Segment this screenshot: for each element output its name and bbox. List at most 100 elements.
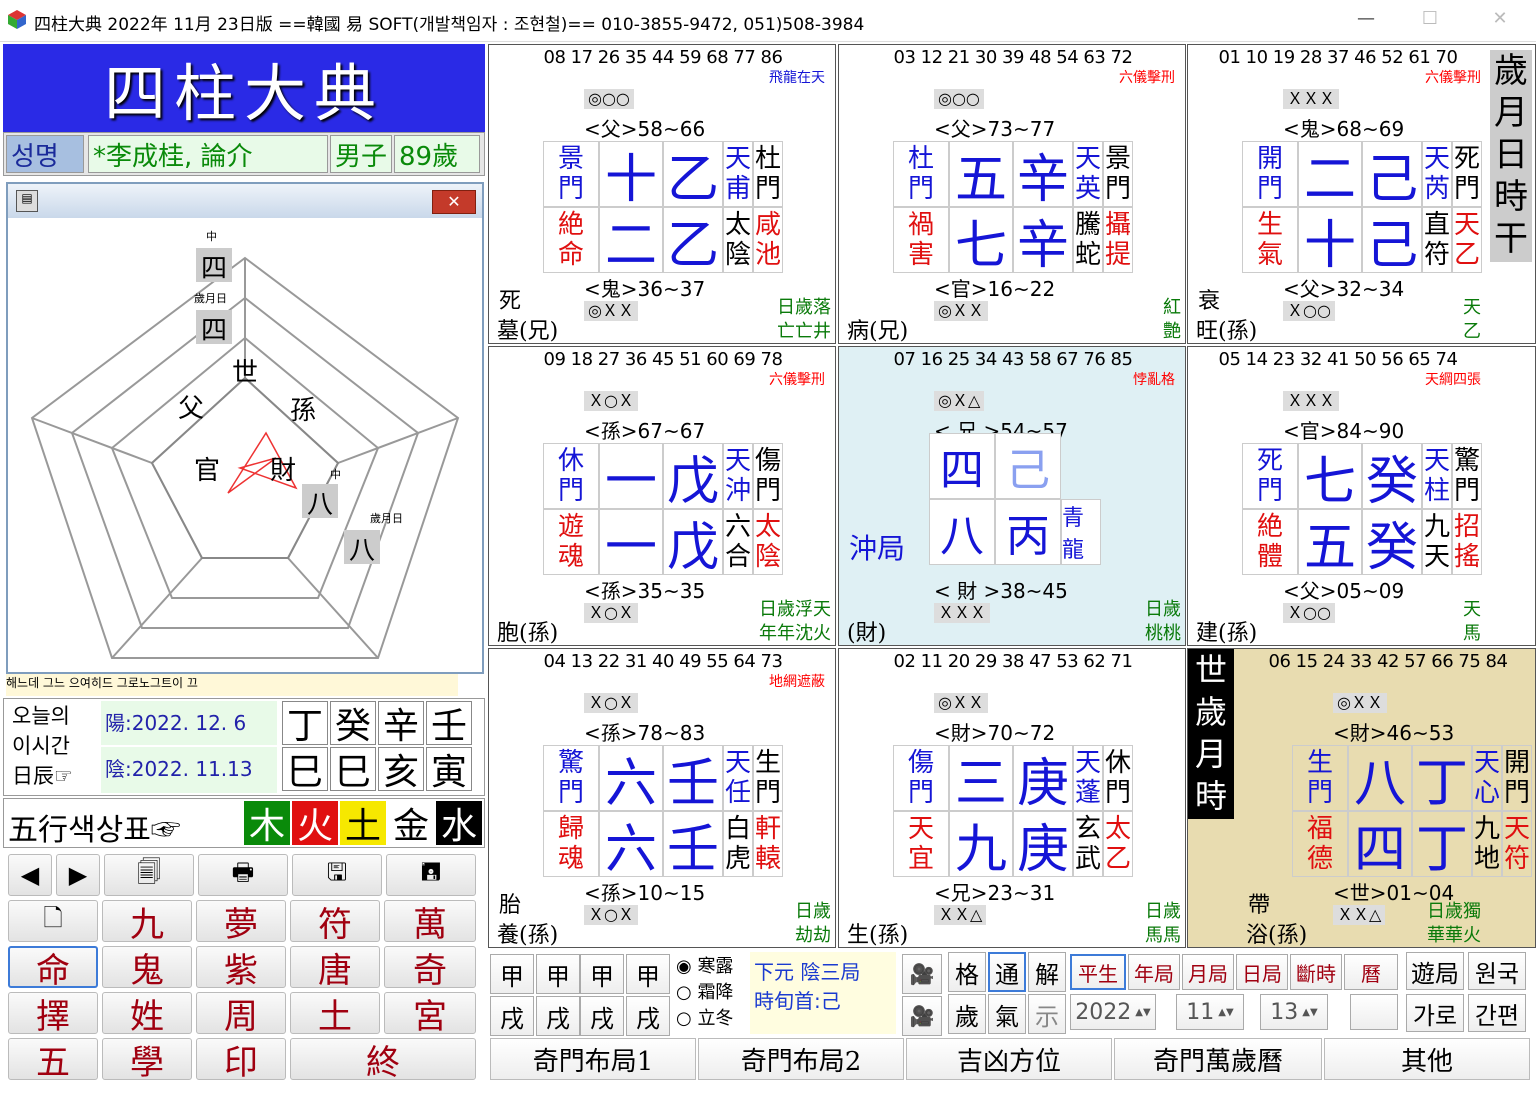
palace-numbers: 04 13 22 31 40 49 55 64 73 — [543, 651, 783, 672]
btn-dream[interactable]: 夢 — [196, 900, 286, 945]
btn-zhou[interactable]: 周 — [196, 992, 286, 1037]
list-icon[interactable]: 🗐 — [104, 854, 194, 896]
video-icon-2[interactable]: 🎥 — [902, 996, 942, 1036]
today-panel: 오늘의 이시간 日辰☞ 陽:2022. 12. 6 陰:2022. 11.13 丁 … — [3, 698, 485, 796]
palace-chart[interactable]: 01 10 19 28 37 46 52 61 70 六儀擊刑 ＸＸＸ <鬼>68~6… — [1187, 44, 1536, 344]
left-panel: 四柱大典 성명 *李成桂, 論介 男子 89歲 ▤ ✕ 中 四 歲月日 四 世 … — [0, 42, 486, 1093]
btn-five[interactable]: 五 — [8, 1038, 98, 1083]
mode-month[interactable]: 月局 — [1182, 954, 1234, 990]
maximize-button[interactable]: ☐ — [1410, 8, 1450, 29]
print-icon[interactable]: 🖶 — [198, 854, 288, 896]
btn-ganpyeon[interactable]: 간편 — [1468, 994, 1526, 1032]
fire-swatch: 火 — [292, 801, 338, 847]
mode-day[interactable]: 日局 — [1236, 954, 1288, 990]
palace-label-r2: 桃桃 — [1145, 623, 1181, 644]
palace-box-bottom: Ｘ○○ — [1283, 301, 1335, 321]
btn-ghost[interactable]: 鬼 — [102, 946, 192, 991]
save-icon[interactable]: 🖫 — [292, 854, 382, 896]
opt-tong[interactable]: 通 — [988, 952, 1026, 992]
blank-input[interactable] — [1350, 994, 1398, 1030]
solar-term-radios[interactable]: ◉ 寒露 ○ 霜降 ○ 立冬 — [676, 954, 733, 1032]
palace-cell: 天宜 — [893, 811, 949, 877]
palace-chart[interactable]: 09 18 27 36 45 51 60 69 78 六儀擊刑 Ｘ○Ｘ <孫>67~6… — [488, 346, 836, 646]
palace-numbers: 01 10 19 28 37 46 52 61 70 — [1218, 47, 1458, 68]
btn-surname[interactable]: 姓 — [102, 992, 192, 1037]
gz-branch-4[interactable]: 戌 — [626, 996, 670, 1036]
palace-numbers: 03 12 21 30 39 48 54 63 72 — [893, 47, 1133, 68]
palace-chart[interactable]: 02 11 20 29 38 47 53 62 71 ◎ＸＸ <財>70~72 傷門三… — [838, 648, 1186, 948]
btn-select[interactable]: 擇 — [8, 992, 98, 1037]
palace-chart[interactable]: 05 14 23 32 41 50 56 65 74 天綱四張 ＸＸＸ <官>84~9… — [1187, 346, 1536, 646]
tab-calendar[interactable]: 奇門萬歲曆 — [1114, 1038, 1322, 1080]
tab-direction[interactable]: 吉凶方位 — [906, 1038, 1112, 1080]
gz-stem-4[interactable]: 甲 — [626, 954, 670, 994]
palace-chart[interactable]: 06 15 24 33 42 57 66 75 84 ◎ＸＸ <財>46~53 生門八… — [1187, 648, 1536, 948]
close-button[interactable]: ✕ — [1480, 8, 1520, 29]
btn-qimen[interactable]: 奇 — [384, 946, 476, 991]
btn-tang[interactable]: 唐 — [290, 946, 380, 991]
mode-calendar[interactable]: 曆 — [1344, 954, 1398, 990]
opt-ge[interactable]: 格 — [948, 952, 986, 992]
btn-earth[interactable]: 土 — [290, 992, 380, 1037]
palace-label-r1: 日歲 — [1145, 599, 1181, 620]
btn-palace[interactable]: 宮 — [384, 992, 476, 1037]
gz-branch-2[interactable]: 戌 — [536, 996, 580, 1036]
new-icon[interactable]: 🗋 — [8, 900, 98, 942]
palace-cell: 天柱 — [1422, 443, 1452, 509]
right2-big-label: 八 — [344, 530, 380, 566]
gz-stem-3[interactable]: 甲 — [580, 954, 624, 994]
palace-cell: 九地 — [1472, 811, 1502, 877]
opt-shi[interactable]: 示 — [1028, 994, 1066, 1034]
name-value[interactable]: *李成桂, 論介 — [88, 135, 328, 173]
btn-garo[interactable]: 가로 — [1406, 994, 1464, 1032]
month-spinner[interactable]: 11 ▲▼ — [1176, 994, 1244, 1030]
btn-calendar[interactable]: 萬 — [384, 900, 476, 945]
btn-fate[interactable]: 命 — [8, 946, 98, 991]
minimize-button[interactable]: — — [1346, 8, 1386, 29]
palace-numbers: 07 16 25 34 43 58 67 76 85 — [893, 349, 1133, 370]
palace-annotation: 飛龍在天 — [769, 70, 825, 86]
gz-stem-2[interactable]: 甲 — [536, 954, 580, 994]
btn-talisman[interactable]: 符 — [290, 900, 380, 945]
btn-ziwei[interactable]: 紫 — [196, 946, 286, 991]
gz-stem-1[interactable]: 甲 — [490, 954, 534, 994]
diagram-close-button[interactable]: ✕ — [432, 190, 476, 214]
label-official: 官 — [194, 456, 221, 486]
palace-cell: 禍害 — [893, 207, 949, 273]
palace-label-r2: 華華火 — [1427, 925, 1481, 946]
gz-branch-1[interactable]: 戌 — [490, 996, 534, 1036]
opt-qi[interactable]: 氣 — [988, 994, 1026, 1034]
btn-end[interactable]: 終 — [290, 1038, 476, 1083]
palace-cell: 五 — [949, 141, 1013, 210]
prev-button[interactable]: ◀ — [8, 854, 52, 896]
five-elements-label[interactable]: 五行색상표☞ — [8, 805, 181, 849]
mode-time[interactable]: 斷時 — [1290, 954, 1342, 990]
palace-relation-bottom: <兄>23~31 — [934, 881, 1056, 905]
tab-other[interactable]: 其他 — [1324, 1038, 1530, 1080]
water-swatch: 水 — [436, 801, 482, 847]
gz-branch-3[interactable]: 戌 — [580, 996, 624, 1036]
palace-chart[interactable]: 03 12 21 30 39 48 54 63 72 六儀擊刑 ◎○○ <父>73~7… — [838, 44, 1186, 344]
palace-chart[interactable]: 07 16 25 34 43 58 67 76 85 悖亂格 ◎Ｘ△ < 兄 >54~… — [838, 346, 1186, 646]
btn-wonguk[interactable]: 원국 — [1468, 952, 1526, 990]
age-value: 89歲 — [394, 135, 480, 173]
mode-pingsheng[interactable]: 平生 — [1070, 954, 1126, 990]
earth-swatch: 土 — [340, 801, 386, 847]
video-icon-1[interactable]: 🎥 — [902, 954, 942, 994]
disk-icon[interactable]: 🖪 — [386, 854, 476, 896]
btn-seal[interactable]: 印 — [196, 1038, 286, 1083]
next-button[interactable]: ▶ — [56, 854, 100, 896]
btn-youju[interactable]: 遊局 — [1406, 952, 1464, 990]
year-spinner[interactable]: 2022 ▲▼ — [1070, 994, 1156, 1030]
mode-year[interactable]: 年局 — [1128, 954, 1180, 990]
tab-layout1[interactable]: 奇門布局1 — [490, 1038, 696, 1080]
btn-nine[interactable]: 九 — [102, 900, 192, 945]
btn-study[interactable]: 學 — [102, 1038, 192, 1083]
palace-chart[interactable]: 08 17 26 35 44 59 68 77 86 飛龍在天 ◎○○ <父>58~6… — [488, 44, 836, 344]
opt-jie[interactable]: 解 — [1028, 952, 1066, 992]
day-spinner[interactable]: 13 ▲▼ — [1260, 994, 1328, 1030]
palace-chart[interactable]: 04 13 22 31 40 49 55 64 73 地網遮蔽 Ｘ○Ｘ <孫>78~8… — [488, 648, 836, 948]
opt-sui[interactable]: 歲 — [948, 994, 986, 1034]
palace-label-r1: 紅 — [1163, 297, 1181, 318]
tab-layout2[interactable]: 奇門布局2 — [698, 1038, 904, 1080]
